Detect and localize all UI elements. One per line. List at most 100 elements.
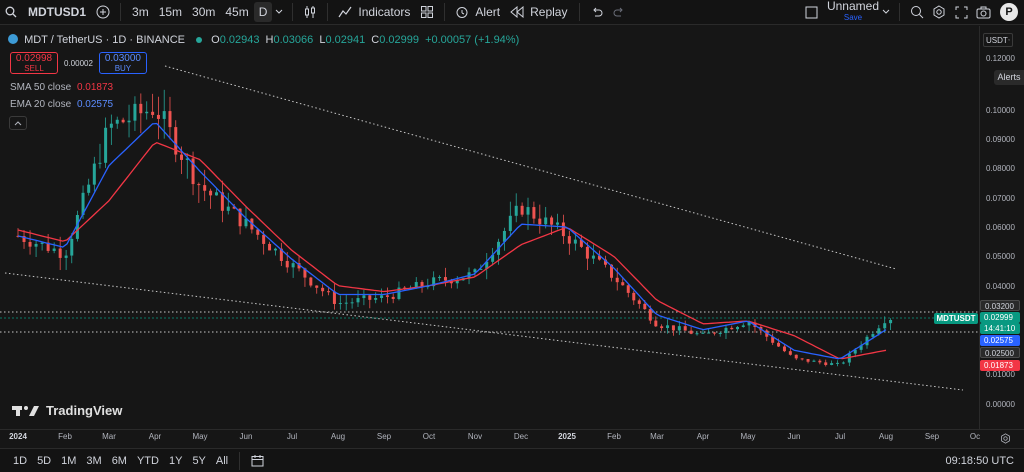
divider <box>579 3 581 21</box>
candle-body <box>632 292 636 301</box>
interval-15m[interactable]: 15m <box>154 0 187 25</box>
time-tick: Oct <box>422 432 436 441</box>
candle-body <box>830 363 834 365</box>
save-link[interactable]: Save <box>844 12 862 23</box>
range-ytd[interactable]: YTD <box>132 455 164 467</box>
time-tick: Sep <box>924 432 940 441</box>
symbol-search-button[interactable]: MDTUSD1 <box>22 0 92 25</box>
range-6m[interactable]: 6M <box>107 455 132 467</box>
open-label: O <box>211 34 220 46</box>
candle-body <box>683 326 687 331</box>
candle-body <box>701 332 705 334</box>
candle-body <box>724 327 728 334</box>
indicators-icon[interactable] <box>334 1 356 23</box>
indicator-ema[interactable]: EMA 20 close 0.02575 <box>10 99 113 110</box>
candle-body <box>58 248 62 258</box>
range-3m[interactable]: 3M <box>81 455 106 467</box>
interval-3m[interactable]: 3m <box>127 0 154 25</box>
candle-body <box>812 360 816 362</box>
layout-name-button[interactable]: Unnamed Save <box>827 0 879 23</box>
candle-body <box>285 260 289 268</box>
candle-body <box>162 111 166 119</box>
quick-search-icon[interactable] <box>906 1 928 23</box>
scale-settings-gear-icon[interactable] <box>996 429 1014 447</box>
price-tick: 0.09000 <box>986 135 1015 144</box>
sell-button[interactable]: 0.02998 SELL <box>10 52 58 74</box>
chart-legend: MDT / TetherUS · 1D · BINANCE O0.02943 H… <box>8 34 519 46</box>
candle-body <box>391 296 395 299</box>
undo-icon[interactable] <box>586 1 608 23</box>
user-avatar[interactable]: P <box>1000 3 1018 21</box>
price-chart[interactable] <box>0 26 980 429</box>
templates-icon[interactable] <box>416 1 438 23</box>
collapse-legend-button[interactable] <box>9 116 27 130</box>
candle-body <box>777 342 781 347</box>
candle-body <box>514 205 518 216</box>
candle-style-icon[interactable] <box>299 1 321 23</box>
add-symbol-icon[interactable] <box>92 1 114 23</box>
interval-30m[interactable]: 30m <box>187 0 220 25</box>
replay-icon[interactable] <box>506 1 528 23</box>
date-range-calendar-icon[interactable] <box>246 450 268 472</box>
range-all[interactable]: All <box>211 455 233 467</box>
candle-body <box>145 111 149 114</box>
candle-body <box>718 333 722 335</box>
range-5d[interactable]: 5D <box>32 455 56 467</box>
redo-icon[interactable] <box>608 1 630 23</box>
currency-label: USDT <box>986 35 1008 45</box>
currency-select[interactable]: USDT <box>983 33 1013 47</box>
bar-countdown: 14:41:10 <box>980 323 1020 334</box>
ema-name: EMA 20 close <box>10 99 72 110</box>
buy-button[interactable]: 0.03000 BUY <box>98 52 147 74</box>
candle-body <box>637 300 641 304</box>
range-1d[interactable]: 1D <box>8 455 32 467</box>
candle-body <box>573 239 577 244</box>
utc-clock[interactable]: 09:18:50 UTC <box>946 449 1014 472</box>
candle-body <box>356 298 360 303</box>
camera-icon[interactable] <box>972 1 994 23</box>
settings-gear-icon[interactable] <box>928 1 950 23</box>
range-1y[interactable]: 1Y <box>164 455 187 467</box>
candle-body <box>420 282 424 287</box>
interval-1d[interactable]: D <box>253 2 273 22</box>
alerts-tab[interactable]: Alerts <box>994 70 1024 85</box>
candle-body <box>643 303 647 310</box>
candle-body <box>555 222 559 225</box>
bottom-toolbar: 1D 5D 1M 3M 6M YTD 1Y 5Y All 09:18:50 UT… <box>0 448 1024 472</box>
range-1m[interactable]: 1M <box>56 455 81 467</box>
candle-body <box>109 123 113 128</box>
candle-body <box>836 362 840 364</box>
candle-body <box>818 360 822 363</box>
candle-body <box>544 217 548 225</box>
search-icon[interactable] <box>0 1 22 23</box>
alert-clock-icon[interactable] <box>451 1 473 23</box>
chevron-down-icon[interactable] <box>272 1 286 23</box>
candle-body <box>666 325 670 329</box>
fullscreen-icon[interactable] <box>950 1 972 23</box>
interval-45m[interactable]: 45m <box>220 0 253 25</box>
time-tick: Mar <box>650 432 664 441</box>
chart-pane[interactable] <box>0 26 980 429</box>
replay-button[interactable]: Replay <box>528 0 573 25</box>
price-tick: 0.06000 <box>986 223 1015 232</box>
candle-body <box>438 277 442 279</box>
symbol-title[interactable]: MDT / TetherUS · 1D · BINANCE <box>24 34 185 46</box>
candle-body <box>538 218 542 225</box>
price-tick: 0.01000 <box>986 370 1015 379</box>
candle-body <box>380 295 384 298</box>
time-tick: Aug <box>330 432 346 441</box>
sell-label: SELL <box>24 64 44 73</box>
chevron-down-icon[interactable] <box>879 1 893 23</box>
close-value: 0.02999 <box>379 34 419 46</box>
chevron-down-icon <box>1007 39 1010 41</box>
tradingview-logo-icon <box>12 405 39 416</box>
range-5y[interactable]: 5Y <box>187 455 210 467</box>
indicator-sma[interactable]: SMA 50 close 0.01873 <box>10 82 113 93</box>
alert-button[interactable]: Alert <box>473 0 506 25</box>
indicators-button[interactable]: Indicators <box>356 0 416 25</box>
high-label: H <box>265 34 274 46</box>
time-tick: Jul <box>834 432 846 441</box>
candle-body <box>385 295 389 297</box>
time-tick: Jul <box>286 432 298 441</box>
layout-icon[interactable] <box>801 1 823 23</box>
